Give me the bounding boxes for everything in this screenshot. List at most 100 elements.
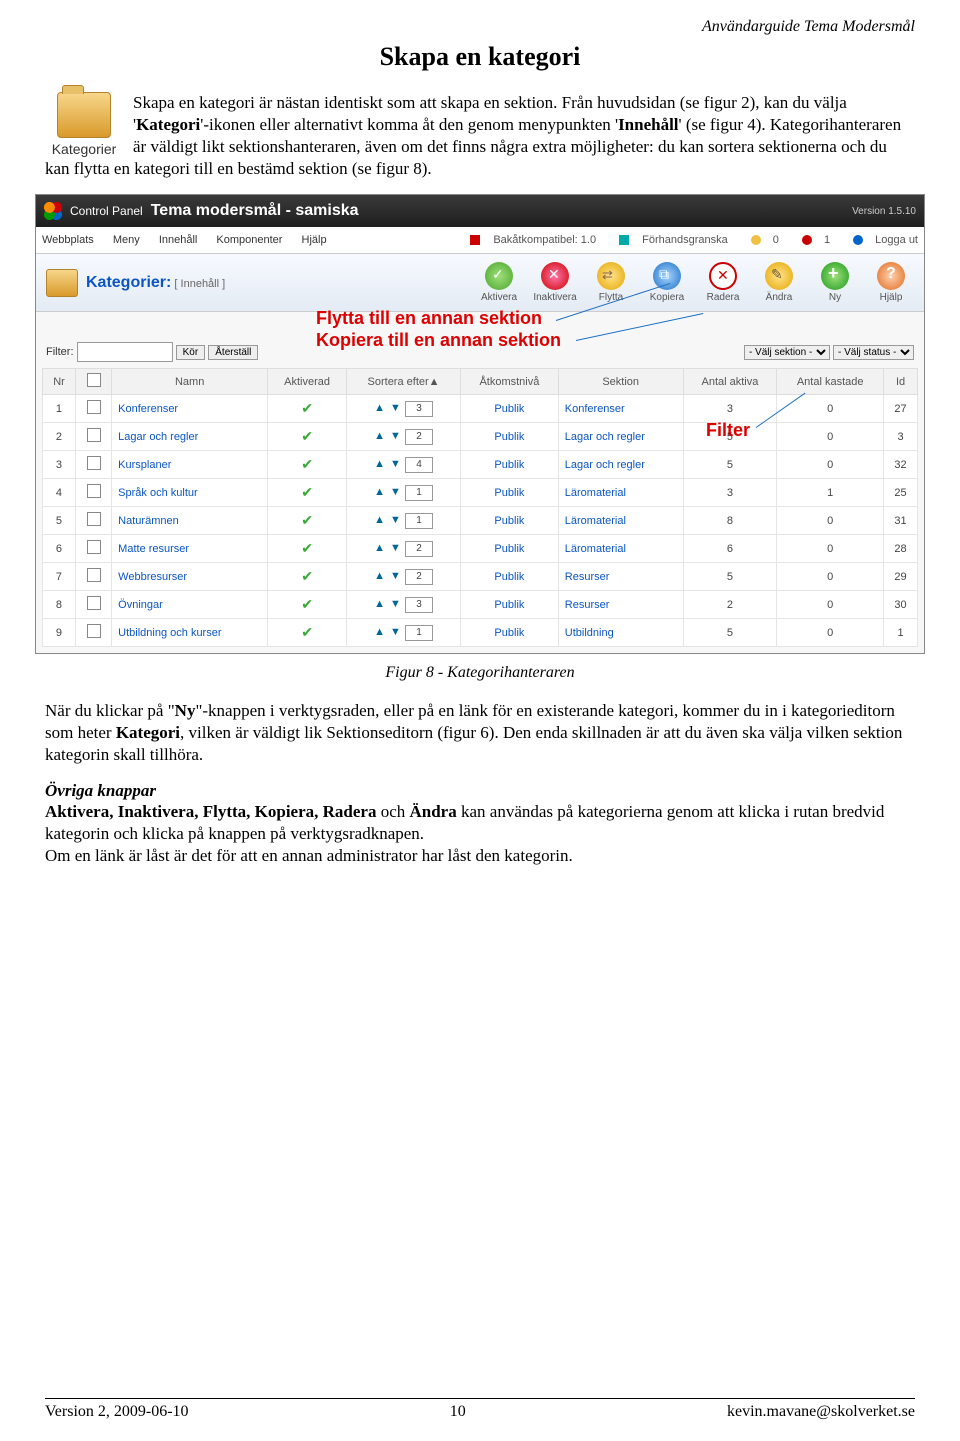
cell-id: 30	[884, 591, 918, 619]
col-check[interactable]	[75, 369, 111, 395]
menu-meny[interactable]: Meny	[113, 234, 140, 246]
cell-access[interactable]: Publik	[461, 423, 559, 451]
toolbar-andra-button[interactable]: Ändra	[756, 262, 802, 303]
category-link[interactable]: Konferenser	[118, 403, 178, 415]
toolbar-inaktivera-button[interactable]: Inaktivera	[532, 262, 578, 303]
cell-section[interactable]: Konferenser	[558, 395, 683, 423]
col-id[interactable]: Id	[884, 369, 918, 395]
reorder-arrows[interactable]: ▲ ▼	[374, 542, 402, 554]
filter-input[interactable]	[77, 342, 173, 362]
cell-section[interactable]: Läromaterial	[558, 507, 683, 535]
cell-access[interactable]: Publik	[461, 563, 559, 591]
category-link[interactable]: Naturämnen	[118, 515, 179, 527]
sort-order-input[interactable]: 3	[405, 401, 433, 417]
row-checkbox[interactable]	[87, 428, 101, 442]
category-link[interactable]: Lagar och regler	[118, 431, 198, 443]
category-link[interactable]: Övningar	[118, 599, 163, 611]
col-nr[interactable]: Nr	[43, 369, 76, 395]
sort-order-input[interactable]: 2	[405, 569, 433, 585]
cell-access[interactable]: Publik	[461, 507, 559, 535]
col-sortera[interactable]: Sortera efter▲	[347, 369, 461, 395]
col-aktiverad[interactable]: Aktiverad	[268, 369, 347, 395]
reorder-arrows[interactable]: ▲ ▼	[374, 458, 402, 470]
menu-webbplats[interactable]: Webbplats	[42, 234, 94, 246]
cell-section[interactable]: Lagar och regler	[558, 451, 683, 479]
cell-section[interactable]: Resurser	[558, 591, 683, 619]
sort-order-input[interactable]: 1	[405, 513, 433, 529]
cell-access[interactable]: Publik	[461, 479, 559, 507]
active-tick-icon[interactable]: ✔	[301, 596, 313, 612]
cell-access[interactable]: Publik	[461, 535, 559, 563]
status-preview[interactable]: Förhandsgranska	[609, 234, 728, 246]
active-tick-icon[interactable]: ✔	[301, 456, 313, 472]
row-checkbox[interactable]	[87, 596, 101, 610]
cell-access[interactable]: Publik	[461, 591, 559, 619]
col-antal-aktiva[interactable]: Antal aktiva	[683, 369, 777, 395]
active-tick-icon[interactable]: ✔	[301, 540, 313, 556]
category-link[interactable]: Språk och kultur	[118, 487, 197, 499]
row-checkbox[interactable]	[87, 624, 101, 638]
toolbar-ny-button[interactable]: Ny	[812, 262, 858, 303]
sort-order-input[interactable]: 1	[405, 625, 433, 641]
cell-antal-kastade: 0	[777, 591, 884, 619]
col-antal-kastade[interactable]: Antal kastade	[777, 369, 884, 395]
menu-hjalp[interactable]: Hjälp	[302, 234, 327, 246]
filter-run-button[interactable]: Kör	[176, 345, 206, 360]
categories-table: Nr Namn Aktiverad Sortera efter▲ Åtkomst…	[42, 368, 918, 647]
table-row: 4Språk och kultur✔▲ ▼ 1PublikLäromateria…	[43, 479, 918, 507]
active-tick-icon[interactable]: ✔	[301, 568, 313, 584]
cell-nr: 8	[43, 591, 76, 619]
toolbar-radera-button[interactable]: Radera	[700, 262, 746, 303]
reorder-arrows[interactable]: ▲ ▼	[374, 598, 402, 610]
active-tick-icon[interactable]: ✔	[301, 428, 313, 444]
row-checkbox[interactable]	[87, 512, 101, 526]
sort-order-input[interactable]: 2	[405, 541, 433, 557]
row-checkbox[interactable]	[87, 456, 101, 470]
active-tick-icon[interactable]: ✔	[301, 484, 313, 500]
col-atkomst[interactable]: Åtkomstnivå	[461, 369, 559, 395]
cell-access[interactable]: Publik	[461, 395, 559, 423]
cell-section[interactable]: Läromaterial	[558, 479, 683, 507]
menu-innehall[interactable]: Innehåll	[159, 234, 198, 246]
reorder-arrows[interactable]: ▲ ▼	[374, 626, 402, 638]
cell-access[interactable]: Publik	[461, 451, 559, 479]
sort-order-input[interactable]: 3	[405, 597, 433, 613]
reorder-arrows[interactable]: ▲ ▼	[374, 486, 402, 498]
cell-section[interactable]: Utbildning	[558, 619, 683, 647]
category-link[interactable]: Matte resurser	[118, 543, 189, 555]
select-status[interactable]: - Välj status -	[833, 345, 914, 360]
reorder-arrows[interactable]: ▲ ▼	[374, 570, 402, 582]
cell-section[interactable]: Läromaterial	[558, 535, 683, 563]
active-tick-icon[interactable]: ✔	[301, 624, 313, 640]
col-namn[interactable]: Namn	[112, 369, 268, 395]
toolbar-hjalp-button[interactable]: Hjälp	[868, 262, 914, 303]
active-tick-icon[interactable]: ✔	[301, 400, 313, 416]
reorder-arrows[interactable]: ▲ ▼	[374, 402, 402, 414]
category-link[interactable]: Kursplaner	[118, 459, 171, 471]
active-tick-icon[interactable]: ✔	[301, 512, 313, 528]
inaktivera-icon	[541, 262, 569, 290]
cell-section[interactable]: Resurser	[558, 563, 683, 591]
menu-komponenter[interactable]: Komponenter	[216, 234, 282, 246]
sort-order-input[interactable]: 4	[405, 457, 433, 473]
select-sektion[interactable]: - Välj sektion -	[744, 345, 830, 360]
cell-access[interactable]: Publik	[461, 619, 559, 647]
row-checkbox[interactable]	[87, 400, 101, 414]
toolbar-aktivera-button[interactable]: Aktivera	[476, 262, 522, 303]
row-checkbox[interactable]	[87, 568, 101, 582]
aktivera-icon	[485, 262, 513, 290]
status-logout[interactable]: Logga ut	[843, 234, 918, 246]
row-checkbox[interactable]	[87, 540, 101, 554]
reorder-arrows[interactable]: ▲ ▼	[374, 430, 402, 442]
row-checkbox[interactable]	[87, 484, 101, 498]
reorder-arrows[interactable]: ▲ ▼	[374, 514, 402, 526]
sort-order-input[interactable]: 1	[405, 485, 433, 501]
status-messages-1[interactable]: 1	[792, 234, 830, 246]
status-messages-0[interactable]: 0	[741, 234, 779, 246]
category-link[interactable]: Webbresurser	[118, 571, 187, 583]
sort-order-input[interactable]: 2	[405, 429, 433, 445]
filter-reset-button[interactable]: Återställ	[208, 345, 258, 360]
cell-section[interactable]: Lagar och regler	[558, 423, 683, 451]
col-sektion[interactable]: Sektion	[558, 369, 683, 395]
category-link[interactable]: Utbildning och kurser	[118, 627, 221, 639]
